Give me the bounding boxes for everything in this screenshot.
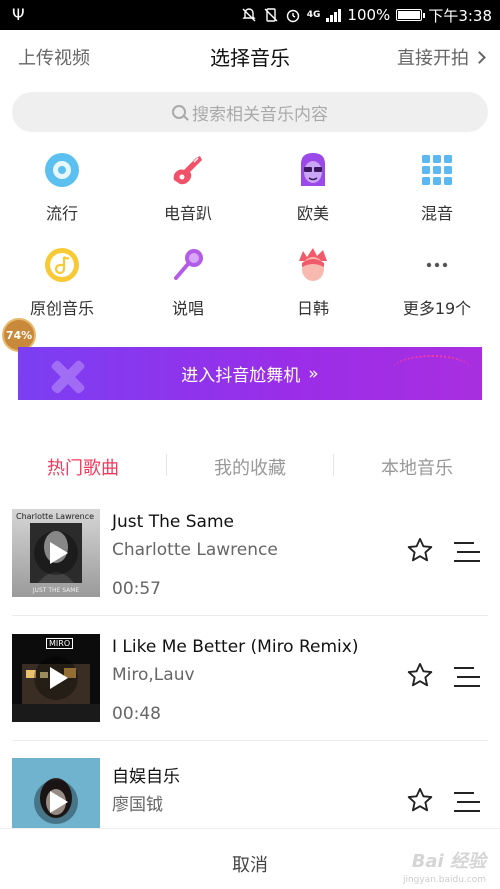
double-chevron-right-icon: » bbox=[308, 363, 319, 384]
tab-favorites[interactable]: 我的收藏 bbox=[167, 454, 333, 480]
song-title: 自娱自乐 bbox=[112, 767, 180, 787]
sunglasses-face-icon bbox=[293, 150, 333, 190]
play-icon[interactable] bbox=[34, 780, 78, 824]
star-icon[interactable] bbox=[406, 536, 434, 564]
shoot-directly-label: 直接开拍 bbox=[397, 48, 469, 69]
usb-icon: Ψ bbox=[12, 5, 25, 24]
search-icon bbox=[172, 105, 186, 119]
list-item[interactable]: MIRO I Like Me Better (Miro Remix) Miro,… bbox=[0, 625, 500, 749]
category-original[interactable]: 原创音乐 bbox=[12, 245, 112, 319]
dance-machine-banner[interactable]: 进入抖音尬舞机 » bbox=[18, 347, 482, 400]
banner-streak-decoration bbox=[392, 355, 472, 385]
category-label: 流行 bbox=[45, 204, 78, 223]
network-type: 4G bbox=[306, 10, 321, 20]
category-label: 电音趴 bbox=[163, 204, 212, 223]
category-label: 说唱 bbox=[171, 299, 204, 318]
vibrate-off-icon bbox=[264, 8, 278, 22]
category-rap[interactable]: 说唱 bbox=[138, 245, 238, 319]
song-duration: 00:57 bbox=[112, 579, 161, 599]
header: 上传视频 选择音乐 直接开拍 bbox=[0, 30, 500, 84]
star-icon[interactable] bbox=[406, 786, 434, 814]
disc-icon bbox=[42, 150, 82, 190]
status-icons: 4G 100% 下午3:38 bbox=[241, 5, 492, 25]
banner-decoration bbox=[48, 357, 88, 397]
bottom-bar: 取消 Bai 经验 jingyan.baidu.com bbox=[0, 828, 500, 889]
category-label: 更多19个 bbox=[402, 299, 472, 318]
grid-dots-icon bbox=[417, 150, 457, 190]
playlist-menu-icon[interactable] bbox=[454, 792, 480, 814]
song-title: Just The Same bbox=[112, 512, 234, 532]
category-label: 欧美 bbox=[296, 204, 329, 223]
divider bbox=[12, 615, 488, 616]
category-remix[interactable]: 混音 bbox=[387, 150, 487, 224]
status-bar: Ψ 4G 100% 下午3:38 bbox=[0, 0, 500, 30]
category-pop[interactable]: 流行 bbox=[12, 150, 112, 224]
battery-icon bbox=[396, 9, 426, 21]
microphone-icon bbox=[168, 245, 208, 285]
anime-face-icon bbox=[293, 245, 333, 285]
song-artist: Charlotte Lawrence bbox=[112, 540, 278, 560]
star-icon[interactable] bbox=[406, 661, 434, 689]
more-dots-icon bbox=[417, 245, 457, 285]
watermark-url: jingyan.baidu.com bbox=[402, 875, 486, 885]
watermark: Bai 经验 bbox=[411, 851, 486, 872]
cover-top-text: Charlotte Lawrence bbox=[16, 512, 95, 521]
category-label: 日韩 bbox=[296, 299, 329, 318]
chevron-right-icon bbox=[473, 50, 486, 64]
play-icon[interactable] bbox=[34, 531, 78, 575]
electric-guitar-icon bbox=[168, 150, 208, 190]
playlist-menu-icon[interactable] bbox=[454, 667, 480, 689]
category-label: 原创音乐 bbox=[29, 299, 94, 318]
alarm-icon bbox=[286, 9, 299, 23]
category-edm[interactable]: 电音趴 bbox=[138, 150, 238, 224]
shoot-directly-button[interactable]: 直接开拍 bbox=[397, 44, 486, 70]
play-icon[interactable] bbox=[34, 656, 78, 700]
playlist-menu-icon[interactable] bbox=[454, 542, 480, 564]
category-western[interactable]: 欧美 bbox=[263, 150, 363, 224]
song-duration: 00:48 bbox=[112, 704, 161, 724]
divider bbox=[12, 740, 488, 741]
album-cover[interactable]: Charlotte Lawrence JUST THE SAME bbox=[12, 509, 100, 597]
signal-icon bbox=[326, 8, 342, 22]
search-placeholder: 搜索相关音乐内容 bbox=[192, 104, 328, 125]
music-note-circle-icon bbox=[42, 245, 82, 285]
tab-hot-songs[interactable]: 热门歌曲 bbox=[0, 454, 166, 480]
music-tabs: 热门歌曲 我的收藏 本地音乐 bbox=[0, 444, 500, 488]
song-title: I Like Me Better (Miro Remix) bbox=[112, 637, 359, 657]
battery-percent: 100% bbox=[347, 6, 391, 24]
song-artist: Miro,Lauv bbox=[112, 665, 195, 685]
banner-label: 进入抖音尬舞机 bbox=[181, 366, 301, 386]
cover-top-text: MIRO bbox=[46, 638, 74, 649]
category-label: 混音 bbox=[420, 204, 453, 223]
category-jpkr[interactable]: 日韩 bbox=[263, 245, 363, 319]
cover-bottom-text: JUST THE SAME bbox=[32, 587, 80, 594]
mute-icon bbox=[242, 8, 256, 22]
search-input[interactable]: 搜索相关音乐内容 bbox=[12, 92, 488, 132]
tab-local-music[interactable]: 本地音乐 bbox=[334, 454, 500, 480]
list-item[interactable]: Charlotte Lawrence JUST THE SAME Just Th… bbox=[0, 500, 500, 624]
song-artist: 廖国钺 bbox=[112, 795, 163, 815]
category-more[interactable]: 更多19个 bbox=[387, 245, 487, 319]
clock: 下午3:38 bbox=[428, 6, 492, 25]
album-cover[interactable]: MIRO bbox=[12, 634, 100, 722]
